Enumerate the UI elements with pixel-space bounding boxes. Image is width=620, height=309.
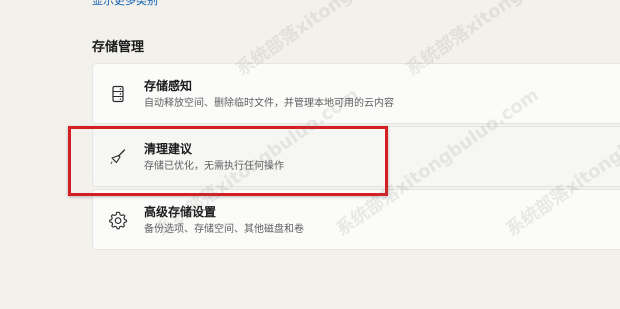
show-more-categories-link[interactable]: 显示更多类别 — [92, 0, 158, 8]
storage-sense-title: 存储感知 — [144, 79, 193, 93]
highlight-annotation-box — [68, 126, 388, 196]
storage-sense-card[interactable]: 存储感知 自动释放空间、删除临时文件，并管理本地可用的云内容 — [92, 63, 620, 124]
gear-icon — [108, 210, 128, 230]
advanced-storage-settings-description: 备份选项、存储空间、其他磁盘和卷 — [144, 224, 304, 235]
advanced-storage-settings-card[interactable]: 高级存储设置 备份选项、存储空间、其他磁盘和卷 — [92, 189, 620, 250]
storage-sense-description: 自动释放空间、删除临时文件，并管理本地可用的云内容 — [144, 98, 394, 109]
drive-icon — [108, 84, 128, 104]
advanced-storage-settings-title: 高级存储设置 — [144, 205, 217, 219]
section-title-storage-management: 存储管理 — [92, 40, 145, 55]
